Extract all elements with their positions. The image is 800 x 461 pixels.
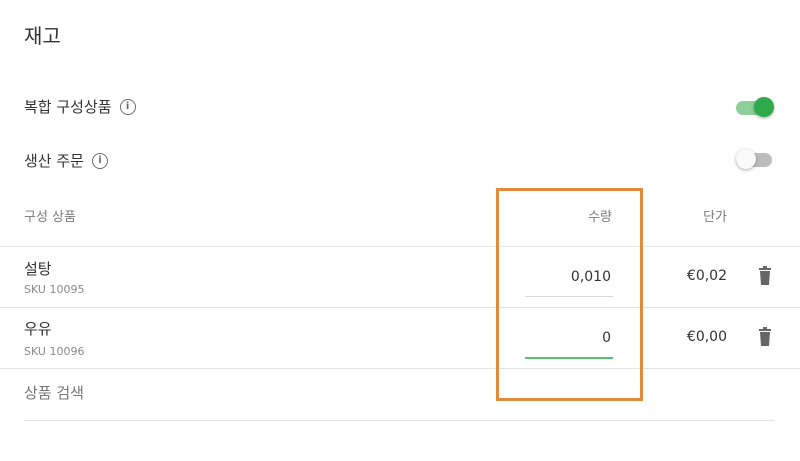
row-divider bbox=[0, 368, 800, 369]
composite-product-toggle[interactable] bbox=[736, 95, 774, 119]
row-1-price: €0,02 bbox=[686, 268, 727, 284]
section-title: 재고 bbox=[24, 24, 61, 48]
row-2-name: 우유 bbox=[24, 320, 52, 338]
header-divider bbox=[0, 246, 800, 247]
row-divider bbox=[0, 307, 800, 308]
composite-product-label: 복합 구성상품 bbox=[24, 98, 112, 116]
trash-icon[interactable] bbox=[757, 266, 773, 286]
info-icon[interactable]: i bbox=[119, 98, 136, 115]
row-2-quantity-input[interactable] bbox=[525, 325, 613, 351]
component-column-header: 구성 상품 bbox=[24, 210, 76, 225]
row-2-quantity-underline bbox=[525, 357, 613, 359]
production-order-toggle[interactable] bbox=[736, 147, 774, 171]
toggle-knob bbox=[754, 97, 774, 117]
composite-product-setting: 복합 구성상품 i bbox=[24, 96, 136, 117]
row-2-price: €0,00 bbox=[686, 329, 727, 345]
row-1-quantity-input[interactable] bbox=[525, 264, 613, 290]
search-product-input[interactable]: 상품 검색 bbox=[24, 382, 84, 403]
row-1-quantity-underline bbox=[525, 296, 613, 297]
info-icon[interactable]: i bbox=[91, 152, 108, 169]
quantity-column-header: 수량 bbox=[588, 210, 612, 225]
row-2-sku: SKU 10096 bbox=[24, 345, 85, 358]
row-1-sku: SKU 10095 bbox=[24, 283, 85, 296]
toggle-knob bbox=[736, 149, 756, 169]
row-1-name: 설탕 bbox=[24, 260, 52, 278]
production-order-label: 생산 주문 bbox=[24, 152, 84, 170]
production-order-setting: 생산 주문 i bbox=[24, 150, 108, 171]
unit-price-column-header: 단가 bbox=[703, 210, 727, 225]
trash-icon[interactable] bbox=[757, 327, 773, 347]
inventory-panel: 재고 복합 구성상품 i 생산 주문 i 구성 상품 수량 단가 설탕 SKU … bbox=[0, 0, 800, 461]
search-underline bbox=[24, 420, 774, 421]
